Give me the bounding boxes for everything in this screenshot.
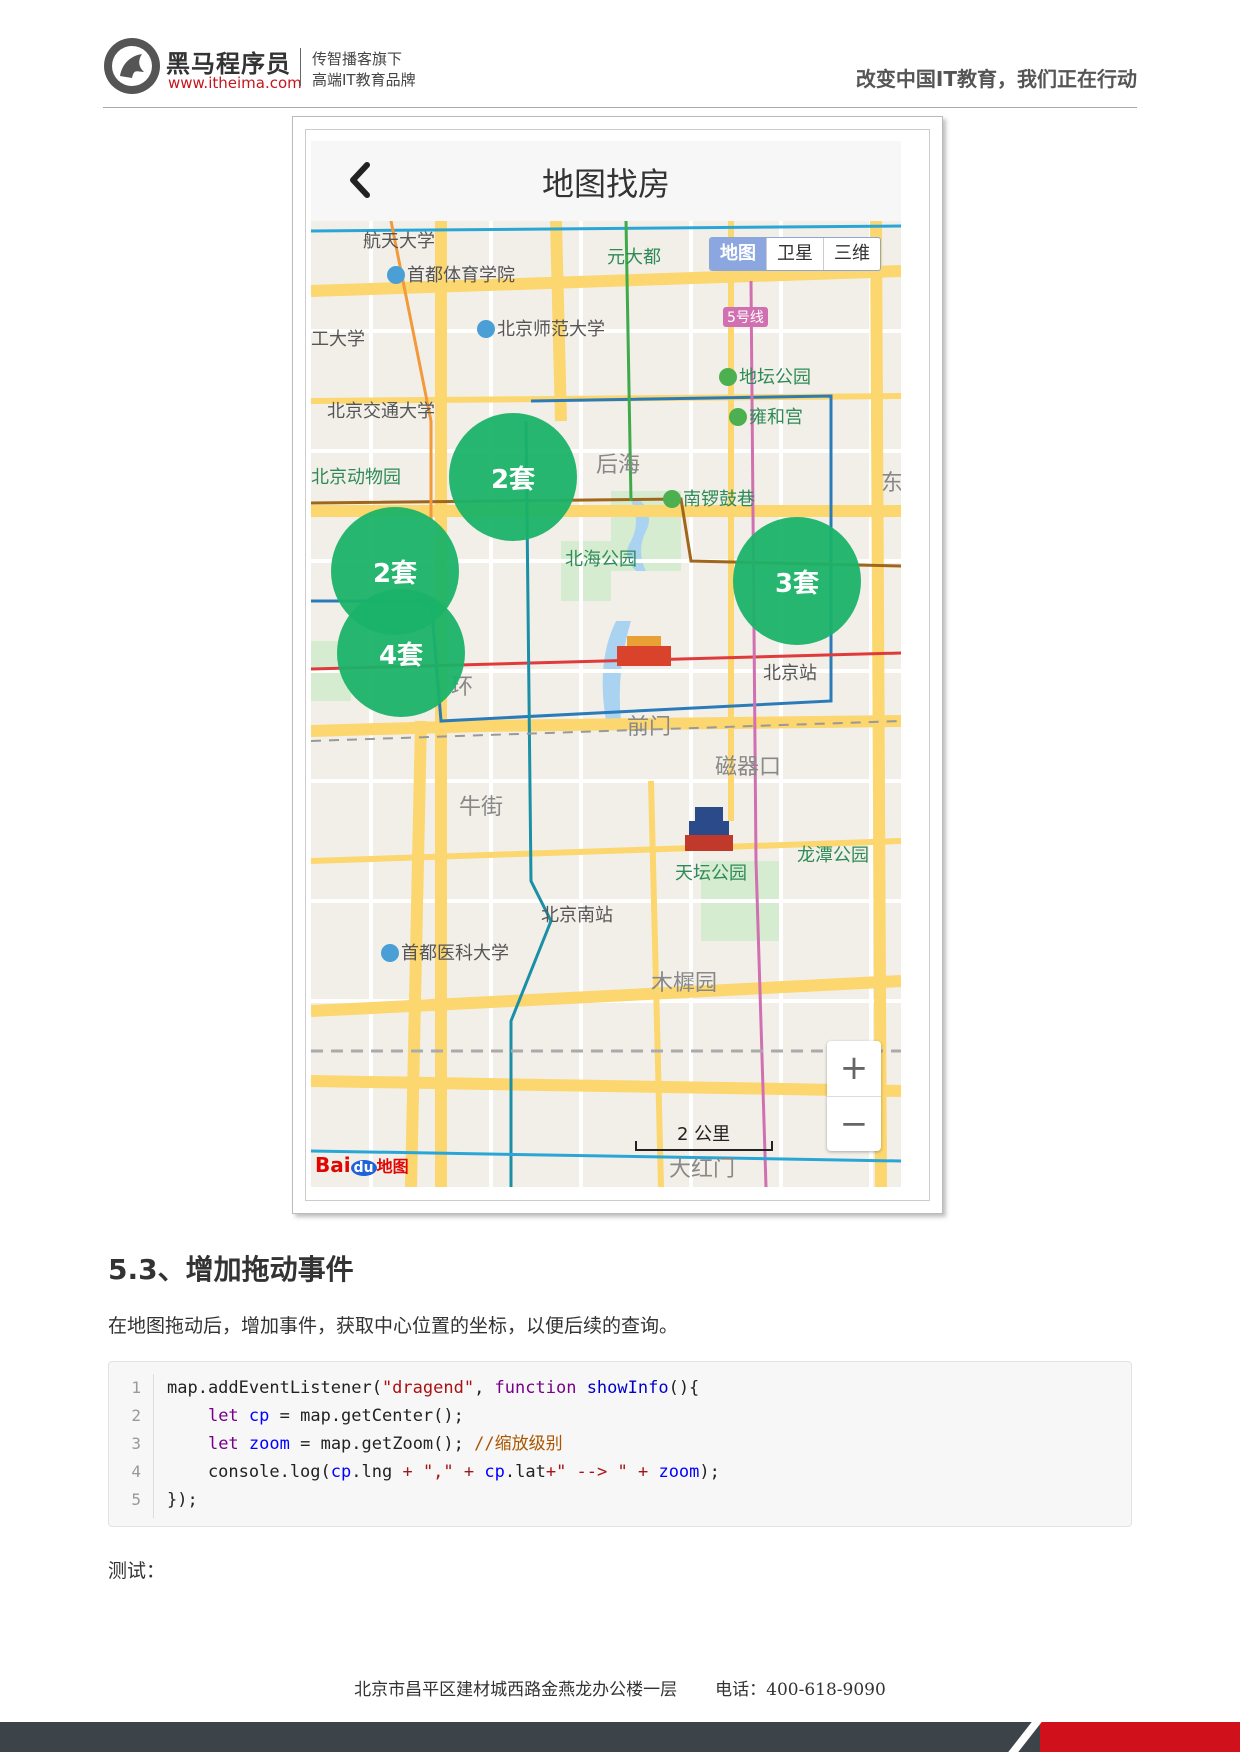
map-label: 北京师范大学 [477, 315, 605, 341]
test-label: 测试： [108, 1560, 166, 1582]
map-type-option[interactable]: 地图 [710, 238, 766, 270]
school-icon [387, 266, 405, 284]
map-label: 磁器口 [715, 755, 782, 780]
map-label: 牛街 [459, 795, 504, 820]
phone-screen: 地图找房 航天大学 首都体育学院 元大都 北京师范大学 5号线 工大学 地坛公园… [311, 141, 901, 1187]
map-label: 龙潭公园 [797, 845, 869, 866]
map-label: 首都体育学院 [387, 261, 515, 287]
brand-url: www.itheima.com [168, 74, 302, 92]
map-label: 北京站 [763, 663, 817, 684]
metro-line-badge: 5号线 [723, 307, 768, 327]
header-slogan: 改变中国IT教育，我们正在行动 [855, 67, 1137, 91]
code-block: 1 2 3 4 5 map.addEventListener("dragend"… [108, 1361, 1132, 1527]
footer-phone: 电话：400-618-9090 [715, 1680, 886, 1700]
temple-icon [729, 408, 747, 426]
map-label: 东 [881, 471, 901, 496]
section-heading: 5.3、增加拖动事件 [108, 1253, 354, 1286]
tagline-line1: 传智播客旗下 [312, 50, 403, 68]
header-rule [103, 107, 1137, 108]
zoom-out-button[interactable]: − [827, 1096, 881, 1152]
section-paragraph: 在地图拖动后，增加事件，获取中心位置的坐标，以便后续的查询。 [108, 1315, 679, 1337]
line-numbers: 1 2 3 4 5 [109, 1374, 154, 1518]
line-number: 3 [131, 1434, 141, 1453]
nav-bar: 地图找房 [311, 141, 901, 221]
code-line: console.log(cp.lng + "," + cp.lat+" --> … [167, 1462, 720, 1482]
logo-divider [300, 48, 301, 86]
map-label: 北京南站 [541, 905, 613, 926]
house-cluster-bubble[interactable]: 4套 [337, 589, 465, 717]
map-type-switch: 地图 卫星 三维 [709, 237, 881, 271]
scale-bar [635, 1141, 773, 1151]
map-label: 前门 [627, 715, 672, 740]
footer-address: 北京市昌平区建材城西路金燕龙办公楼一层 [354, 1680, 678, 1700]
line-number: 5 [131, 1490, 141, 1509]
horse-logo-icon [104, 38, 160, 94]
code-line: }); [167, 1490, 198, 1510]
map-label: 北京动物园 [311, 467, 401, 488]
house-cluster-bubble[interactable]: 3套 [733, 517, 861, 645]
park-icon [719, 368, 737, 386]
page-footer: 北京市昌平区建材城西路金燕龙办公楼一层 电话：400-618-9090 [0, 1675, 1240, 1700]
app-screenshot: 地图找房 航天大学 首都体育学院 元大都 北京师范大学 5号线 工大学 地坛公园… [292, 116, 943, 1214]
page-title: 地图找房 [541, 165, 670, 203]
line-number: 4 [131, 1462, 141, 1481]
map-label: 天坛公园 [675, 863, 747, 884]
code-line: map.addEventListener("dragend", function… [167, 1378, 700, 1398]
zoom-control: + − [827, 1041, 881, 1151]
line-number: 1 [131, 1378, 141, 1397]
map-label: 木樨园 [651, 971, 718, 996]
map-label: 后海 [596, 453, 641, 478]
map-label: 南锣鼓巷 [663, 485, 755, 511]
map-label: 雍和宫 [729, 403, 803, 429]
footer-accent [1040, 1722, 1240, 1752]
map-type-option[interactable]: 卫星 [766, 238, 823, 270]
code-content: map.addEventListener("dragend", function… [167, 1374, 720, 1514]
school-icon [381, 944, 399, 962]
park-icon [663, 490, 681, 508]
map-label: 大红门 [669, 1157, 736, 1182]
map-label: 工大学 [311, 329, 365, 350]
map-label: 航天大学 [363, 231, 435, 252]
zoom-in-button[interactable]: + [827, 1041, 881, 1096]
code-line: let zoom = map.getZoom(); //缩放级别 [207, 1434, 563, 1454]
map-label: 元大都 [607, 247, 661, 268]
map-label: 首都医科大学 [381, 939, 509, 965]
school-icon [477, 320, 495, 338]
tagline-line2: 高端IT教育品牌 [312, 71, 416, 89]
house-cluster-bubble[interactable]: 2套 [449, 413, 577, 541]
map-label: 北京交通大学 [327, 401, 435, 422]
page-header: 黑马程序员 www.itheima.com 传智播客旗下 高端IT教育品牌 改变… [0, 0, 1240, 110]
map-label: 地坛公园 [719, 363, 811, 389]
line-number: 2 [131, 1406, 141, 1425]
map-type-option[interactable]: 三维 [823, 238, 880, 270]
map-view[interactable]: 航天大学 首都体育学院 元大都 北京师范大学 5号线 工大学 地坛公园 北京交通… [311, 221, 901, 1187]
code-line: let cp = map.getCenter(); [207, 1406, 464, 1426]
map-label: 北海公园 [565, 549, 637, 570]
baidu-map-logo: Bai du 地图 [315, 1153, 409, 1177]
